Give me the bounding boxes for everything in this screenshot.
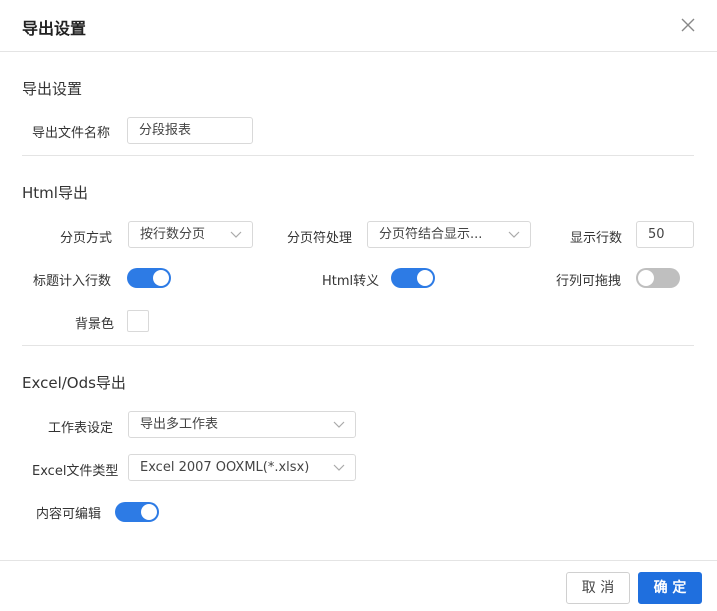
export-settings-dialog: 导出设置 导出设置 导出文件名称 分段报表 Html导出 分页方式 按行数分页 …	[0, 0, 717, 611]
file-type-select[interactable]: Excel 2007 OOXML(*.xlsx)	[128, 454, 356, 481]
dialog-footer: 取 消 确 定	[0, 560, 717, 611]
chevron-down-icon	[230, 231, 242, 238]
bg-color-label: 背景色	[75, 317, 115, 332]
close-icon[interactable]	[679, 16, 697, 34]
file-name-input[interactable]: 分段报表	[127, 117, 253, 144]
title-count-label: 标题计入行数	[33, 274, 112, 289]
paging-mode-label: 分页方式	[60, 231, 113, 246]
section-title-html-export: Html导出	[22, 184, 88, 202]
file-name-label: 导出文件名称	[32, 126, 111, 141]
editable-label: 内容可编辑	[36, 507, 102, 522]
file-type-value: Excel 2007 OOXML(*.xlsx)	[140, 460, 310, 475]
page-break-value: 分页符结合显示...	[379, 227, 483, 242]
draggable-toggle[interactable]	[636, 268, 680, 288]
toggle-knob	[417, 270, 433, 286]
chevron-down-icon	[333, 464, 345, 471]
toggle-knob	[153, 270, 169, 286]
toggle-knob	[141, 504, 157, 520]
paging-mode-value: 按行数分页	[140, 227, 206, 242]
page-break-select[interactable]: 分页符结合显示...	[367, 221, 531, 248]
toggle-knob	[638, 270, 654, 286]
file-type-label: Excel文件类型	[32, 464, 119, 479]
draggable-label: 行列可拖拽	[556, 274, 622, 289]
html-escape-label: Html转义	[322, 274, 380, 289]
rows-shown-label: 显示行数	[570, 231, 623, 246]
cancel-button[interactable]: 取 消	[566, 572, 630, 604]
sheet-setting-label: 工作表设定	[48, 421, 114, 436]
section-divider	[22, 345, 694, 346]
html-escape-toggle[interactable]	[391, 268, 435, 288]
editable-toggle[interactable]	[115, 502, 159, 522]
chevron-down-icon	[508, 231, 520, 238]
section-title-excel-export: Excel/Ods导出	[22, 374, 126, 392]
chevron-down-icon	[333, 421, 345, 428]
section-divider	[22, 155, 694, 156]
sheet-setting-select[interactable]: 导出多工作表	[128, 411, 356, 438]
sheet-setting-value: 导出多工作表	[140, 417, 219, 432]
paging-mode-select[interactable]: 按行数分页	[128, 221, 253, 248]
dialog-header: 导出设置	[0, 0, 717, 52]
page-break-label: 分页符处理	[287, 231, 353, 246]
bg-color-picker[interactable]	[127, 310, 149, 332]
dialog-title: 导出设置	[22, 19, 87, 38]
title-count-toggle[interactable]	[127, 268, 171, 288]
confirm-button[interactable]: 确 定	[638, 572, 702, 604]
section-title-export-settings: 导出设置	[22, 80, 83, 98]
rows-shown-input[interactable]: 50	[636, 221, 694, 248]
